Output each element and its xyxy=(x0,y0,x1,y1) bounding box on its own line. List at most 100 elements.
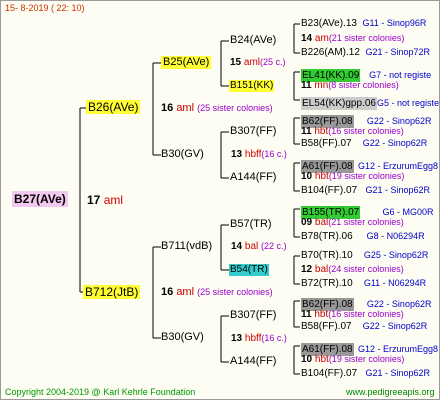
g4-count-5-note: (16 sister colonies) xyxy=(328,126,404,136)
root-count: 17 xyxy=(87,193,101,207)
g4-count-13-note: (16 sister colonies) xyxy=(328,309,404,319)
sire-sire-queen[interactable]: B25(AVe) xyxy=(161,56,212,69)
g4-name-14: B58(FF).07 xyxy=(301,321,352,332)
dd-dam-count: 10 xyxy=(301,354,313,365)
dam-note: (25 sister colonies) xyxy=(197,287,273,297)
copyright-text: Copyright 2004-2019 @ Karl Kehrle Founda… xyxy=(5,387,196,397)
g4-count-13: 11 hbt(16 sister colonies) xyxy=(301,310,404,320)
ds-sire-count: 09 xyxy=(301,217,313,228)
g4-name-1: B23(AVe).13 xyxy=(301,18,357,29)
sire-abbr: aml xyxy=(176,102,195,114)
ds-dam-note: (24 sister colonies) xyxy=(328,264,404,274)
dd-dam-queen[interactable]: A144(FF) xyxy=(230,356,276,367)
g4-info-16: G21 - Sinop62R xyxy=(365,368,431,378)
sd-sire-abbr: hbff xyxy=(244,149,262,160)
dam-dam-queen[interactable]: B30(GV) xyxy=(161,332,204,343)
pedigree-chart: 15- 8-2019 ( 22: 10) B27(AVe) 17 aml B26… xyxy=(0,0,440,400)
sd-sire-count-label: 13 hbff(16 c.) xyxy=(231,150,287,160)
g4-queen-16[interactable]: B104(FF).07 G21 - Sinop62R xyxy=(301,369,430,379)
ds-sire-count-label: 09 bal(21 sister colonies) xyxy=(301,218,404,228)
g4-info-11: G25 - Sinop62R xyxy=(363,250,429,260)
g4-queen-10[interactable]: B78(TR).06 G8 - N06294R xyxy=(301,232,425,242)
website-link[interactable]: www.pedigreeapis.org xyxy=(346,388,435,397)
ds-dam-abbr: bal xyxy=(314,264,329,275)
dd-sire-note: (16 c.) xyxy=(261,333,287,343)
sd-dam-count: 10 xyxy=(301,171,313,182)
dam-count: 16 xyxy=(161,286,174,298)
ds-dam-queen[interactable]: B54(TR) xyxy=(229,264,269,276)
ds-dam-count-label: 12 bal(24 sister colonies) xyxy=(301,265,404,275)
g4-info-8: G21 - Sinop62R xyxy=(365,185,431,195)
dd-sire-abbr: hbff xyxy=(244,333,262,344)
dam-sire-queen[interactable]: B711(vdB) xyxy=(161,241,212,252)
g4-queen-11[interactable]: B70(TR).10 G25 - Sinop62R xyxy=(301,251,428,261)
sire-dam-queen[interactable]: B30(GV) xyxy=(161,149,204,160)
g4-name-8: B104(FF).07 xyxy=(301,185,358,196)
sd-dam-count-label: 10 hbt(19 sister colonies) xyxy=(301,172,404,182)
sire-sire-count-label: 15 aml(25 c.) xyxy=(230,58,286,68)
dd-sire-count: 13 xyxy=(231,333,243,344)
g4-name-11: B70(TR).10 xyxy=(301,250,353,261)
sire-note: (25 sister colonies) xyxy=(197,103,273,113)
dam-count-label: 16 aml (25 sister colonies) xyxy=(161,287,273,298)
dd-dam-note: (19 sister colonies) xyxy=(328,354,405,364)
dam-sire-note: (22 c.) xyxy=(261,241,287,251)
g4-info-6: G22 - Sinop62R xyxy=(362,138,428,148)
g4-info-14: G22 - Sinop62R xyxy=(362,321,428,331)
ds-sire-note: (21 sister colonies) xyxy=(328,217,404,227)
sd-sire-queen[interactable]: B307(FF) xyxy=(230,126,276,137)
ss-dam-abbr: mn xyxy=(314,80,329,91)
g4-queen-12[interactable]: B72(TR).10 G11 - N06294R xyxy=(301,279,426,289)
ss-dam-queen[interactable]: B151(KK) xyxy=(229,80,275,92)
sd-dam-abbr: hbt xyxy=(314,171,329,182)
dd-sire-queen[interactable]: B307(FF) xyxy=(230,310,276,321)
g4-queen-2[interactable]: B226(AM).12 G21 - Sinop72R xyxy=(301,48,430,58)
g4-info-3: G7 - not registe xyxy=(369,70,432,80)
root-queen[interactable]: B27(AVe) xyxy=(12,191,68,207)
g4-queen-8[interactable]: B104(FF).07 G21 - Sinop62R xyxy=(301,186,430,196)
sire-count-label: 16 aml (25 sister colonies) xyxy=(161,103,273,114)
ds-dam-count: 12 xyxy=(301,264,313,275)
ds-sire-queen[interactable]: B57(TR) xyxy=(230,219,272,230)
dd-dam-count-label: 10 hbt(19 sister colonies) xyxy=(301,355,404,365)
ss-sire-abbr: am xyxy=(314,33,329,44)
g4-info-9: G6 - MG00R xyxy=(382,207,434,217)
report-date: 15- 8-2019 ( 22: 10) xyxy=(5,3,85,13)
sire-sire-note: (25 c.) xyxy=(260,57,286,67)
sd-dam-queen[interactable]: A144(FF) xyxy=(230,172,276,183)
g4-name-16: B104(FF).07 xyxy=(301,368,358,379)
ss-dam-count-label: 11 mn(8 sister colonies) xyxy=(301,81,399,91)
dam-queen[interactable]: B712(JtB) xyxy=(83,285,141,299)
dd-sire-count-label: 13 hbff(16 c.) xyxy=(231,334,287,344)
sd-sire-note: (16 c.) xyxy=(261,149,287,159)
g4-queen-4[interactable]: EL54(KK)gpp.06G5 - not registe xyxy=(301,94,439,110)
sire-sire-count: 15 xyxy=(230,57,242,68)
root-count-label: 17 aml xyxy=(87,194,123,206)
g4-info-1: G11 - Sinop96R xyxy=(362,18,427,28)
g4-info-12: G11 - N06294R xyxy=(363,278,427,288)
sire-queen[interactable]: B26(AVe) xyxy=(86,100,141,114)
g4-queen-14[interactable]: B58(FF).07 G22 - Sinop62R xyxy=(301,322,427,332)
ss-dam-count: 11 xyxy=(301,80,312,91)
sd-sire-count: 13 xyxy=(231,149,243,160)
g4-info-2: G21 - Sinop72R xyxy=(365,47,431,57)
g4-name-6: B58(FF).07 xyxy=(301,138,352,149)
dam-sire-abbr: bal xyxy=(244,241,259,252)
ss-sire-count-label: 14 am(21 sister colonies) xyxy=(301,34,404,44)
g4-name-2: B226(AM).12 xyxy=(301,47,360,58)
g4-name-4: EL54(KK)gpp.06 xyxy=(301,97,377,110)
ds-sire-abbr: bal xyxy=(314,217,329,228)
g4-info-7: G12 - ErzurumEgg8 xyxy=(358,161,439,171)
g4-info-4: G5 - not registe xyxy=(376,98,439,108)
sire-count: 16 xyxy=(161,102,174,114)
g4-queen-1[interactable]: B23(AVe).13 G11 - Sinop96R xyxy=(301,19,426,29)
ss-sire-queen[interactable]: B24(AVe) xyxy=(230,35,276,46)
sd-dam-note: (19 sister colonies) xyxy=(328,171,405,181)
g4-count-13-num: 11 xyxy=(301,309,312,320)
ss-sire-count: 14 xyxy=(301,33,313,44)
g4-info-10: G8 - N06294R xyxy=(366,231,425,241)
dam-sire-count-label: 14 bal (22 c.) xyxy=(231,242,287,252)
dd-dam-abbr: hbt xyxy=(314,354,329,365)
root-abbr: aml xyxy=(103,193,124,207)
g4-queen-6[interactable]: B58(FF).07 G22 - Sinop62R xyxy=(301,139,427,149)
